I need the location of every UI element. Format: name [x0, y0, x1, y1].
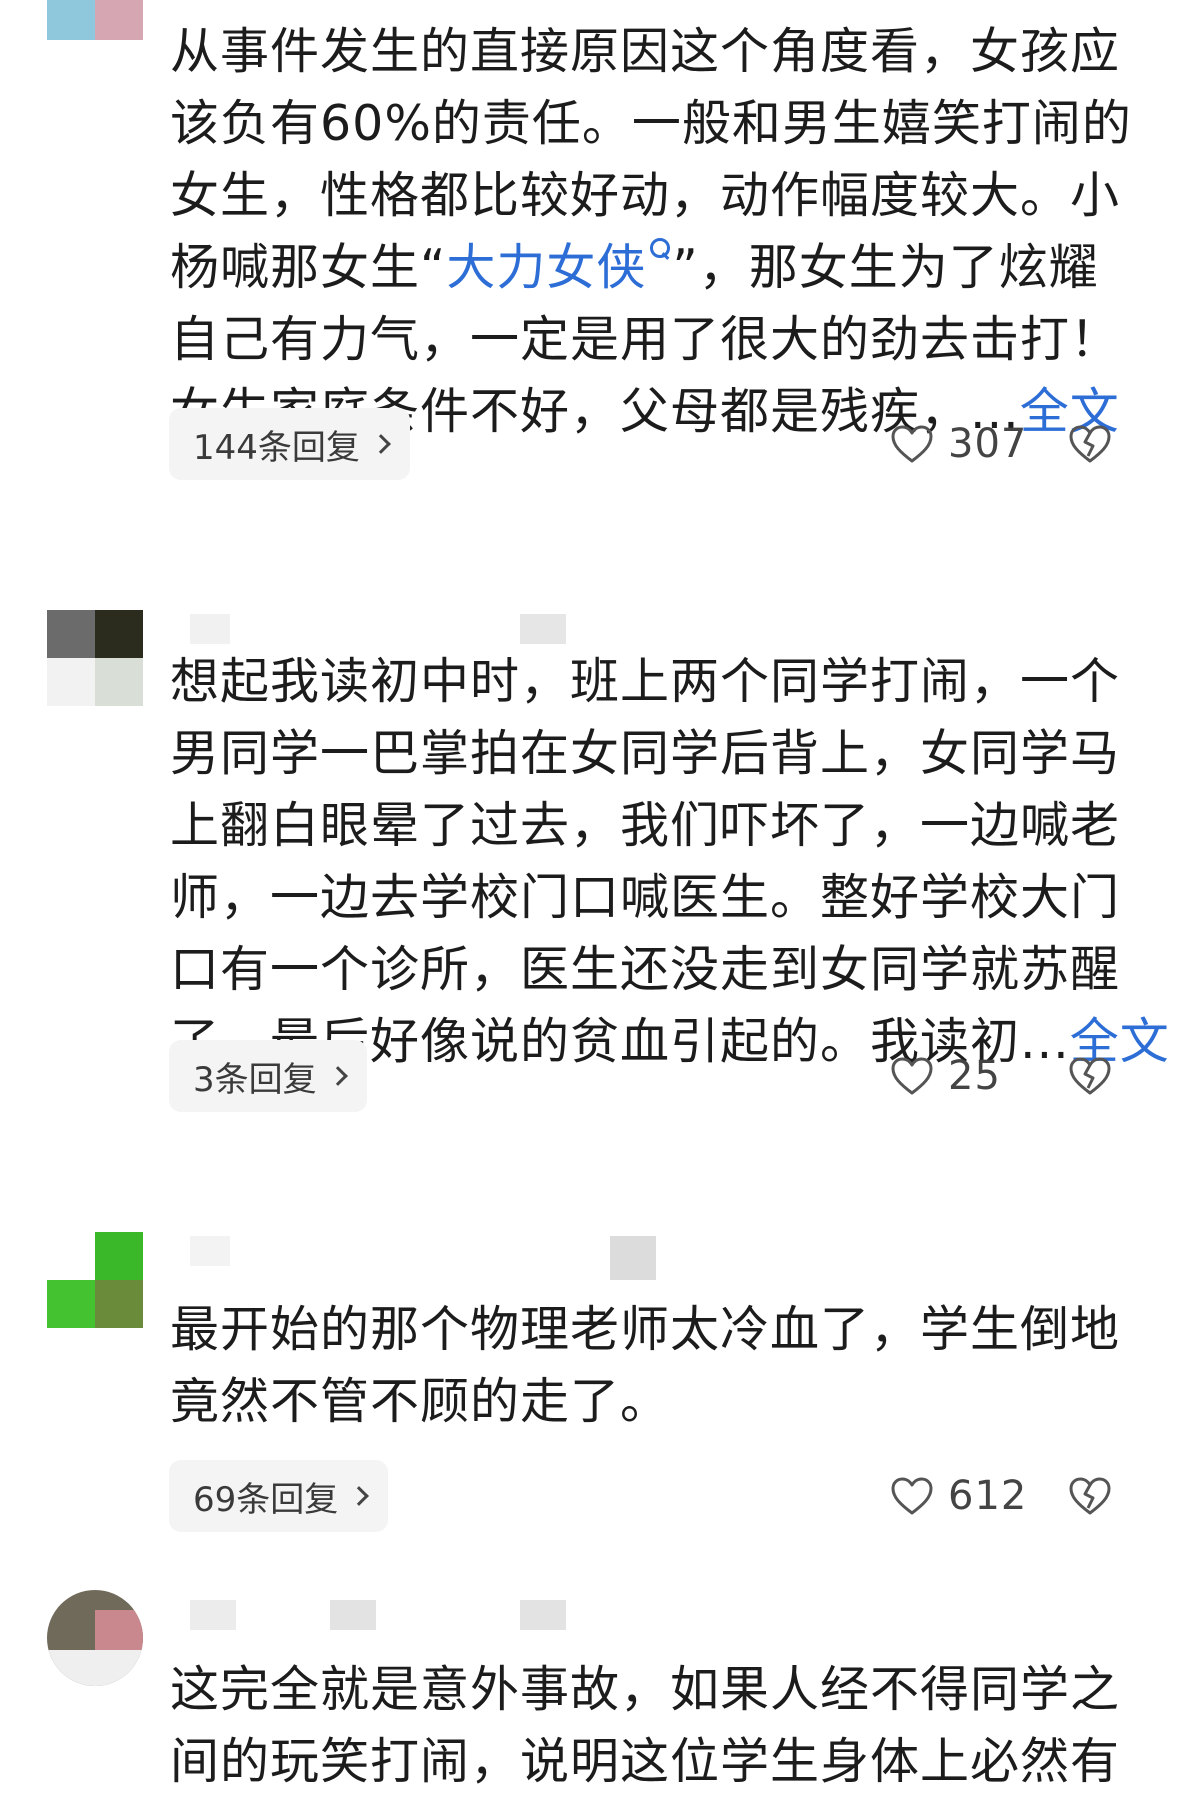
like-button[interactable]: 25	[890, 1040, 1001, 1112]
avatar[interactable]	[47, 610, 143, 706]
dislike-icon[interactable]	[1068, 1056, 1112, 1096]
comment-line: 男同学一巴掌拍在女同学后背上，女同学马	[170, 725, 1121, 782]
avatar[interactable]	[47, 1590, 143, 1686]
user-info[interactable]	[170, 1232, 690, 1280]
heart-icon	[891, 1057, 933, 1095]
like-button[interactable]: 612	[890, 1460, 1027, 1532]
avatar[interactable]	[47, 1232, 143, 1328]
dislike-icon[interactable]	[1068, 424, 1112, 464]
like-button[interactable]: 307	[890, 408, 1027, 480]
comment-line: 口有一个诊所，医生还没走到女同学就苏醒	[170, 941, 1121, 998]
heart-icon	[891, 425, 933, 463]
user-info[interactable]	[170, 1596, 690, 1636]
comment-line: 该负有60%的责任。一般和男生嬉笑打闹的	[170, 95, 1132, 152]
comment-body[interactable]: 从事件发生的直接原因这个角度看，女孩应 该负有60%的责任。一般和男生嬉笑打闹的…	[170, 16, 1132, 448]
comment-line: 竟然不管不顾的走了。	[170, 1373, 671, 1430]
view-replies-button[interactable]: 3条回复	[169, 1040, 367, 1112]
view-replies-button[interactable]: 69条回复	[169, 1460, 389, 1532]
like-count: 612	[948, 1473, 1028, 1519]
chevron-right-icon	[371, 434, 391, 454]
comment-body[interactable]: 这完全就是意外事故，如果人经不得同学之 间的玩笑打闹，说明这位学生身体上必然有	[170, 1654, 1130, 1798]
reply-count-label: 3条回复	[193, 1059, 317, 1100]
comment-line: 女生，性格都比较好动，动作幅度较大。小	[170, 167, 1121, 224]
comment-line: 最开始的那个物理老师太冷血了，学生倒地	[170, 1301, 1121, 1358]
comment-line: 从事件发生的直接原因这个角度看，女孩应	[170, 23, 1121, 80]
heart-icon	[891, 1477, 933, 1515]
comment-line: 这完全就是意外事故，如果人经不得同学之	[170, 1661, 1121, 1718]
comment-line: 自己有力气，一定是用了很大的劲去击打！	[170, 311, 1121, 368]
dislike-icon[interactable]	[1068, 1476, 1112, 1516]
comment-line: 间的玩笑打闹，说明这位学生身体上必然有	[170, 1733, 1121, 1790]
search-icon[interactable]	[650, 238, 672, 260]
reply-count-label: 69条回复	[193, 1479, 339, 1520]
chevron-right-icon	[327, 1066, 348, 1086]
comment-body[interactable]: 最开始的那个物理老师太冷血了，学生倒地 竟然不管不顾的走了。	[170, 1294, 1130, 1438]
comment-line: 想起我读初中时，班上两个同学打闹，一个	[170, 653, 1121, 710]
reply-count-label: 144条回复	[193, 427, 360, 468]
text-fragment: ”，那女生为了炫耀	[672, 239, 1099, 296]
text-fragment: 杨喊那女生“	[170, 239, 447, 296]
like-count: 25	[948, 1053, 1001, 1099]
comment-body[interactable]: 想起我读初中时，班上两个同学打闹，一个 男同学一巴掌拍在女同学后背上，女同学马 …	[170, 646, 1169, 1078]
comment-line: 杨喊那女生“大力女侠 ”，那女生为了炫耀	[170, 232, 1130, 304]
chevron-right-icon	[349, 1486, 370, 1506]
view-replies-button[interactable]: 144条回复	[169, 408, 410, 480]
avatar[interactable]	[47, 0, 143, 40]
like-count: 307	[948, 421, 1028, 467]
comment-line: 师，一边去学校门口喊医生。整好学校大门	[170, 869, 1121, 926]
comment-feed: 从事件发生的直接原因这个角度看，女孩应 该负有60%的责任。一般和男生嬉笑打闹的…	[0, 0, 1179, 1800]
comment-line: 上翻白眼晕了过去，我们吓坏了，一边喊老	[170, 797, 1121, 854]
search-keyword-link[interactable]: 大力女侠	[446, 239, 646, 296]
user-info[interactable]	[170, 610, 690, 650]
